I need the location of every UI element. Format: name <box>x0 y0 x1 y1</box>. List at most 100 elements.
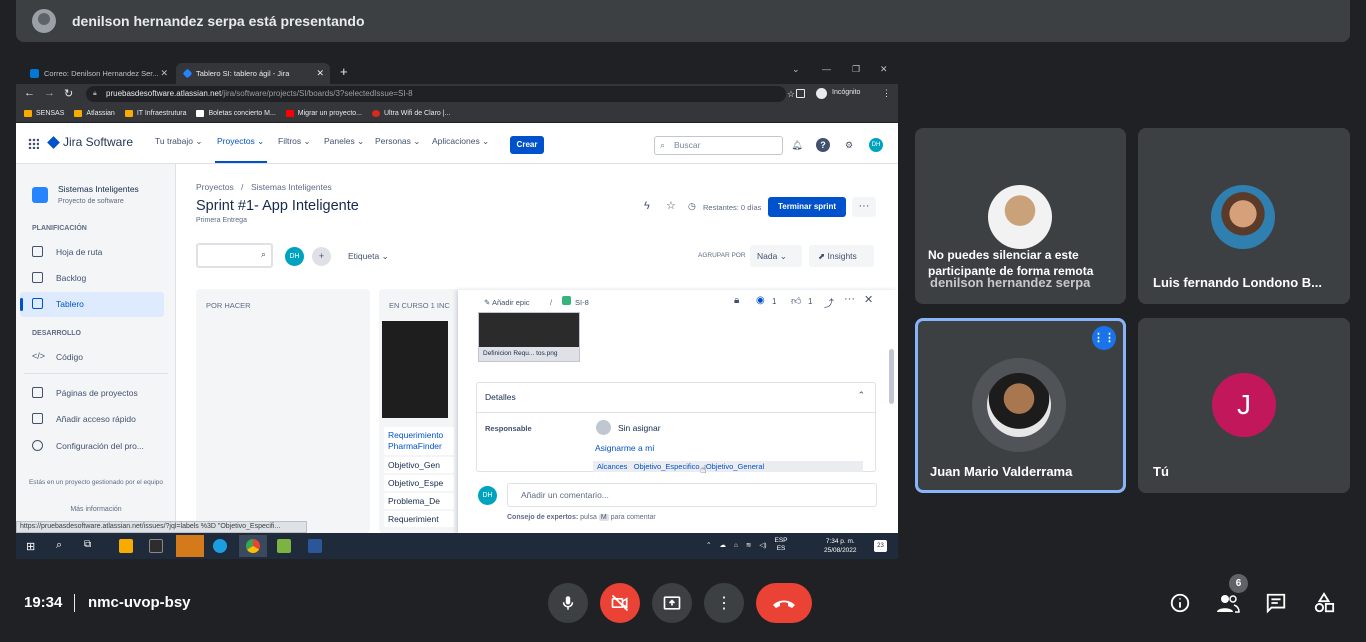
language-indicator[interactable]: ESP ES <box>775 537 788 553</box>
more-options-button[interactable]: ⋮ <box>704 583 744 623</box>
forward-icon[interactable]: → <box>44 87 55 99</box>
leave-call-button[interactable] <box>756 583 812 623</box>
participant-tile[interactable]: No puedes silenciar a este participante … <box>915 128 1126 304</box>
breadcrumb-project[interactable]: Sistemas Inteligentes <box>251 182 332 192</box>
close-icon[interactable]: ✕ <box>864 293 873 306</box>
jira-logo[interactable]: Jira Software <box>47 135 133 149</box>
sidebar-item-shortcut[interactable]: Añadir acceso rápido <box>32 413 136 424</box>
sidebar-item-board[interactable]: Tablero <box>32 298 84 309</box>
group-by-select[interactable]: Nada ⌄ <box>750 245 802 267</box>
close-tab-icon[interactable]: ✕ <box>316 68 324 79</box>
assignee-avatar-filter[interactable]: DH <box>285 247 304 266</box>
collapse-chevron-icon[interactable]: ⌃ <box>857 390 865 401</box>
new-tab-icon[interactable]: + <box>340 64 348 79</box>
chrome-menu-icon[interactable]: ⋮ <box>882 88 891 99</box>
file-explorer-icon[interactable] <box>119 539 133 553</box>
menu-tu-trabajo[interactable]: Tu trabajo ⌄ <box>155 136 202 147</box>
card-requirement[interactable]: Requerimiento PharmaFinder <box>384 427 454 455</box>
chat-icon[interactable] <box>1265 592 1287 614</box>
volume-icon[interactable]: ◁) <box>759 541 766 549</box>
vote-thumb-icon[interactable]: 👍︎ <box>791 295 801 307</box>
finish-sprint-button[interactable]: Terminar sprint <box>768 197 846 217</box>
meeting-code[interactable]: nmc-uvop-bsy <box>88 594 191 611</box>
outlook-taskbar-icon[interactable] <box>176 535 204 557</box>
minimize-icon[interactable]: — <box>822 64 831 74</box>
bookmark-boletas[interactable]: Boletas concierto M... <box>196 109 276 117</box>
taskbar-clock[interactable]: 7:34 p. m. 25/08/2022 <box>824 537 857 555</box>
settings-gear-icon[interactable]: ⚙ <box>842 138 856 152</box>
board-search-input[interactable]: ⌕ <box>196 243 273 268</box>
menu-proyectos[interactable]: Proyectos ⌄ <box>217 136 264 147</box>
more-icon[interactable]: ··· <box>844 293 855 305</box>
microphone-button[interactable] <box>548 583 588 623</box>
lightning-icon[interactable]: ϟ <box>644 200 650 212</box>
star-icon[interactable]: ☆ <box>666 199 676 212</box>
tray-chevron-icon[interactable]: ⌃ <box>706 541 711 549</box>
tab-search-icon[interactable]: ⌄ <box>792 64 800 75</box>
restore-icon[interactable]: ❐ <box>852 64 860 75</box>
bookmark-migrar[interactable]: Migrar un proyecto... <box>285 109 362 117</box>
card-label[interactable]: Requerimient <box>384 511 454 527</box>
bookmark-it[interactable]: IT Infraestrutura <box>124 109 186 117</box>
profile-avatar[interactable]: DH <box>869 138 883 152</box>
issue-key[interactable]: SI-8 <box>575 298 589 307</box>
url-field[interactable]: 🔒︎ pruebasdesoftware.atlassian.net/jira/… <box>86 86 795 102</box>
sidebar-item-code[interactable]: </> Código <box>32 351 83 362</box>
watch-eye-icon[interactable]: ◉ <box>756 295 765 306</box>
app-icon[interactable] <box>149 539 163 553</box>
share-icon[interactable]: ⤴ <box>824 295 834 310</box>
assignee-value[interactable]: Sin asignar <box>618 423 661 433</box>
present-screen-button[interactable] <box>652 583 692 623</box>
sidebar-item-roadmap[interactable]: Hoja de ruta <box>32 246 102 257</box>
network-icon[interactable]: ⌂ <box>734 542 738 549</box>
notification-center-icon[interactable]: 23 <box>874 540 887 552</box>
reload-icon[interactable]: ↻ <box>64 87 73 100</box>
close-window-icon[interactable]: ✕ <box>880 64 888 75</box>
menu-aplicaciones[interactable]: Aplicaciones ⌄ <box>432 136 489 147</box>
sidebar-item-backlog[interactable]: Backlog <box>32 272 86 283</box>
tab-jira[interactable]: Tablero SI: tablero ágil - Jira ✕ <box>176 63 330 84</box>
sidebar-item-settings[interactable]: Configuración del pro... <box>32 440 144 451</box>
issue-scrollbar[interactable] <box>889 349 894 404</box>
label-tag[interactable]: Alcances <box>597 462 627 471</box>
insights-button[interactable]: ⬈ Insights <box>809 245 874 267</box>
search-icon[interactable]: ⌕ <box>56 539 62 552</box>
camera-off-button[interactable] <box>600 583 640 623</box>
card-cover-image[interactable] <box>382 321 448 418</box>
label-filter[interactable]: Etiqueta ⌄ <box>348 251 389 262</box>
participant-tile-active-speaker[interactable]: ⋮⋮ Juan Mario Valderrama <box>915 318 1126 493</box>
assign-me-link[interactable]: Asignarme a mí <box>595 443 655 453</box>
tab-outlook[interactable]: Correo: Denilson Hernandez Ser... ✕ <box>22 63 174 84</box>
breadcrumb-projects[interactable]: Proyectos <box>196 182 234 192</box>
participant-tile-self[interactable]: J Tú <box>1138 318 1350 493</box>
bookmark-atlassian[interactable]: Atlassian <box>74 109 115 117</box>
side-panel-icon[interactable] <box>796 89 805 98</box>
label-tag[interactable]: Objetivo_Especifico <box>634 462 700 471</box>
comment-input[interactable]: Añadir un comentario... <box>507 483 877 507</box>
card-label[interactable]: Problema_De <box>384 493 454 509</box>
task-view-icon[interactable]: ⧉ <box>84 539 91 550</box>
details-header[interactable]: Detalles <box>485 392 516 402</box>
jira-search-input[interactable]: ⌕ Buscar <box>654 136 783 155</box>
attachment-thumbnail[interactable]: Definicion Requ... tos.png <box>478 312 580 362</box>
add-people-icon[interactable]: + <box>312 247 331 266</box>
close-tab-icon[interactable]: ✕ <box>160 68 168 79</box>
wifi-icon[interactable]: ≋ <box>746 541 751 549</box>
back-icon[interactable]: ← <box>24 87 35 99</box>
menu-paneles[interactable]: Paneles ⌄ <box>324 136 364 147</box>
meeting-info-icon[interactable] <box>1169 592 1191 614</box>
help-icon[interactable]: ? <box>816 138 830 152</box>
bookmark-sensas[interactable]: SENSAS <box>24 109 64 117</box>
people-icon[interactable] <box>1216 592 1240 614</box>
sidebar-item-pages[interactable]: Páginas de proyectos <box>32 387 138 398</box>
card-label[interactable]: Objetivo_Gen <box>384 457 454 473</box>
edge-icon[interactable] <box>213 539 227 553</box>
create-button[interactable]: Crear <box>510 136 544 154</box>
participant-tile[interactable]: Luis fernando Londono B... <box>1138 128 1350 304</box>
label-tag[interactable]: Objetivo_General <box>706 462 764 471</box>
card-label[interactable]: Objetivo_Espe <box>384 475 454 491</box>
activities-icon[interactable] <box>1313 592 1335 614</box>
onedrive-icon[interactable]: ☁ <box>719 541 726 549</box>
lock-icon[interactable]: 🔒︎ <box>734 295 739 306</box>
word-icon[interactable] <box>308 539 322 553</box>
